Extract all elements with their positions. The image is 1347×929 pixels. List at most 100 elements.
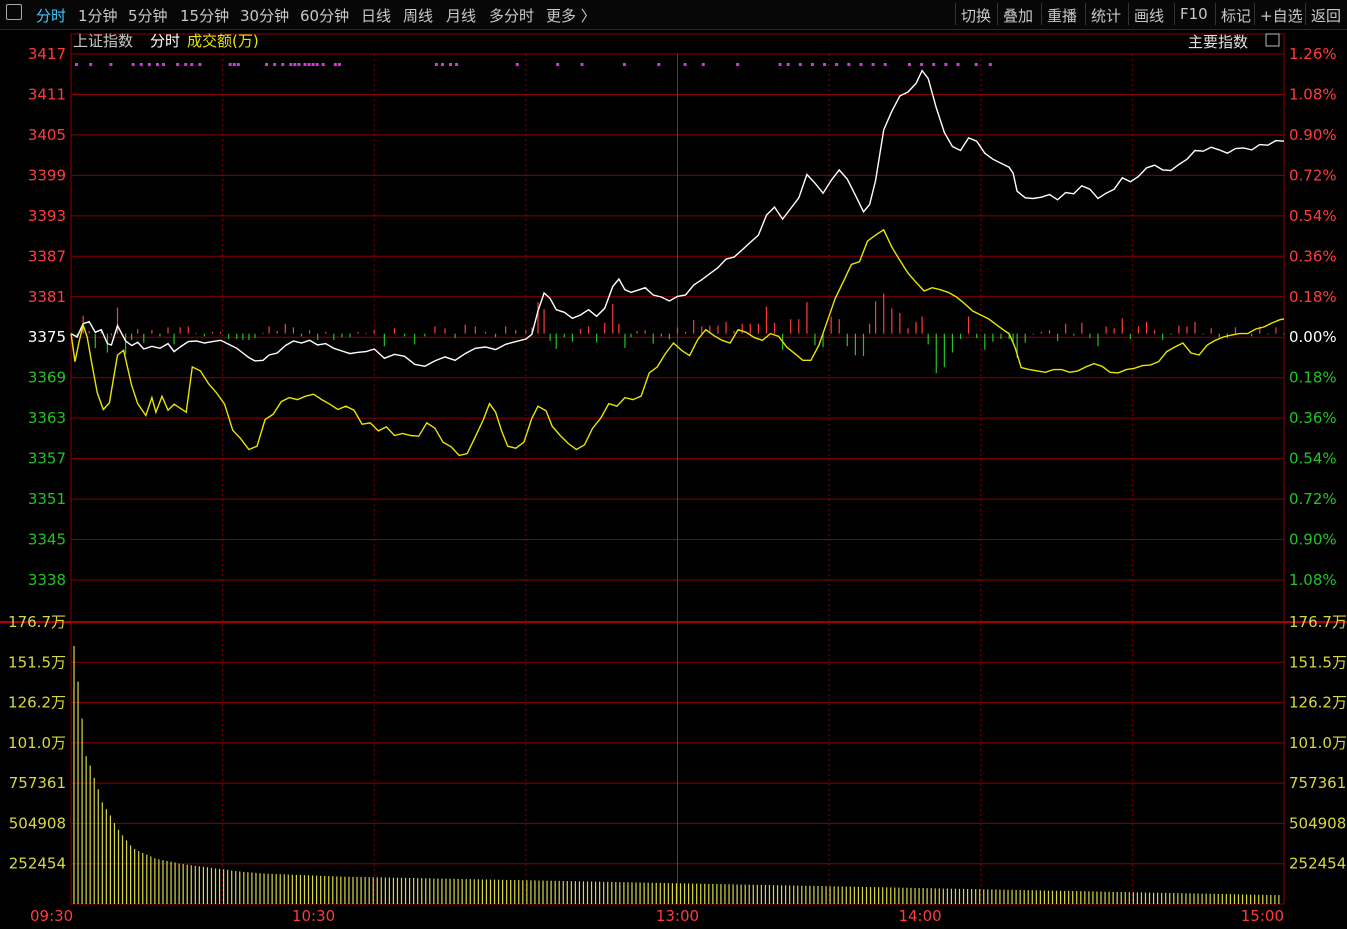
- period-tab-5[interactable]: 60分钟: [300, 5, 349, 26]
- time-label: 14:00: [898, 907, 941, 925]
- event-marker: [810, 63, 814, 66]
- tool-button-8[interactable]: 返回: [1311, 5, 1341, 26]
- event-marker: [228, 63, 232, 66]
- period-tab-1[interactable]: 1分钟: [78, 5, 118, 26]
- price-tick-left: 3405: [28, 126, 66, 144]
- volume-tick-left: 101.0万: [8, 734, 66, 752]
- event-marker: [236, 63, 240, 66]
- period-tab-4[interactable]: 30分钟: [240, 5, 289, 26]
- volume-tick-left: 504908: [9, 814, 66, 832]
- period-tab-10[interactable]: 更多 〉: [546, 5, 596, 26]
- event-marker: [883, 63, 887, 66]
- percent-tick-right: 0.18%: [1289, 288, 1337, 306]
- event-marker: [333, 63, 337, 66]
- volume-tick-right: 151.5万: [1289, 653, 1347, 671]
- event-marker: [683, 63, 687, 66]
- event-marker: [580, 63, 584, 66]
- event-marker: [315, 63, 319, 66]
- event-marker: [434, 63, 438, 66]
- percent-tick-right: 0.90%: [1289, 531, 1337, 549]
- event-marker: [515, 63, 519, 66]
- event-marker: [778, 63, 782, 66]
- event-marker: [847, 63, 851, 66]
- event-marker: [956, 63, 960, 66]
- event-marker: [155, 63, 159, 66]
- price-tick-left: 3381: [28, 288, 66, 306]
- event-marker: [190, 63, 194, 66]
- time-label: 09:30: [30, 907, 73, 925]
- panel-toggle-icon[interactable]: [1265, 33, 1280, 47]
- price-tick-left: 3345: [28, 531, 66, 549]
- event-marker: [736, 63, 740, 66]
- price-tick-left: 3417: [28, 45, 66, 63]
- volume-tick-right: 101.0万: [1289, 734, 1347, 752]
- tool-button-7[interactable]: +自选: [1260, 5, 1303, 26]
- percent-tick-right: 0.54%: [1289, 450, 1337, 468]
- event-marker: [109, 63, 113, 66]
- event-marker: [281, 63, 285, 66]
- tool-button-2[interactable]: 重播: [1047, 5, 1077, 26]
- period-tab-2[interactable]: 5分钟: [128, 5, 168, 26]
- period-tab-8[interactable]: 月线: [446, 5, 476, 26]
- tool-button-4[interactable]: 画线: [1134, 5, 1164, 26]
- toolbar-toggle-icon[interactable]: [6, 4, 22, 20]
- event-marker: [89, 63, 93, 66]
- tool-button-6[interactable]: 标记: [1221, 5, 1251, 26]
- volume-tick-left: 252454: [9, 855, 66, 873]
- event-marker: [455, 63, 459, 66]
- event-marker: [907, 63, 911, 66]
- toolbar-separator: [1254, 3, 1255, 25]
- event-marker: [176, 63, 180, 66]
- toolbar-separator: [1174, 3, 1175, 25]
- event-marker: [556, 63, 560, 66]
- time-label: 13:00: [656, 907, 699, 925]
- toolbar-separator: [1128, 3, 1129, 25]
- event-marker: [273, 63, 277, 66]
- toolbar-separator: [997, 3, 998, 25]
- event-marker: [311, 63, 315, 66]
- percent-tick-right: 0.36%: [1289, 409, 1337, 427]
- event-marker: [139, 63, 143, 66]
- percent-tick-right: 0.54%: [1289, 207, 1337, 225]
- price-tick-left: 3369: [28, 369, 66, 387]
- volume-tick-left: 176.7万: [8, 613, 66, 631]
- event-marker: [307, 63, 311, 66]
- percent-tick-right: 0.18%: [1289, 369, 1337, 387]
- event-marker: [147, 63, 151, 66]
- period-tab-3[interactable]: 15分钟: [180, 5, 229, 26]
- period-tab-6[interactable]: 日线: [361, 5, 391, 26]
- event-marker: [265, 63, 269, 66]
- tool-button-0[interactable]: 切换: [961, 5, 991, 26]
- time-label: 10:30: [292, 907, 335, 925]
- time-label: 15:00: [1241, 907, 1284, 925]
- price-tick-left: 3393: [28, 207, 66, 225]
- event-marker: [440, 63, 444, 66]
- tool-button-1[interactable]: 叠加: [1003, 5, 1033, 26]
- event-marker: [622, 63, 626, 66]
- volume-tick-left: 126.2万: [8, 694, 66, 712]
- event-marker: [232, 63, 236, 66]
- event-marker: [293, 63, 297, 66]
- event-marker: [974, 63, 978, 66]
- volume-tick-right: 252454: [1289, 855, 1346, 873]
- price-tick-left: 3399: [28, 166, 66, 184]
- period-tab-0[interactable]: 分时: [36, 5, 66, 26]
- period-tab-9[interactable]: 多分时: [489, 5, 534, 26]
- event-marker: [321, 63, 325, 66]
- percent-tick-right: 0.72%: [1289, 166, 1337, 184]
- price-tick-left: 3411: [28, 85, 66, 103]
- toolbar-separator: [1085, 3, 1086, 25]
- event-marker: [657, 63, 661, 66]
- event-marker: [198, 63, 202, 66]
- event-marker: [920, 63, 924, 66]
- period-tab-7[interactable]: 周线: [403, 5, 433, 26]
- event-marker: [75, 63, 79, 66]
- toolbar-separator: [955, 3, 956, 25]
- tool-button-3[interactable]: 统计: [1091, 5, 1121, 26]
- volume-tick-left: 757361: [9, 774, 66, 792]
- major-index-label[interactable]: 主要指数: [1188, 33, 1248, 51]
- event-marker: [871, 63, 875, 66]
- volume-tick-right: 176.7万: [1289, 613, 1347, 631]
- tool-button-5[interactable]: F10: [1180, 5, 1208, 23]
- percent-tick-right: 1.26%: [1289, 45, 1337, 63]
